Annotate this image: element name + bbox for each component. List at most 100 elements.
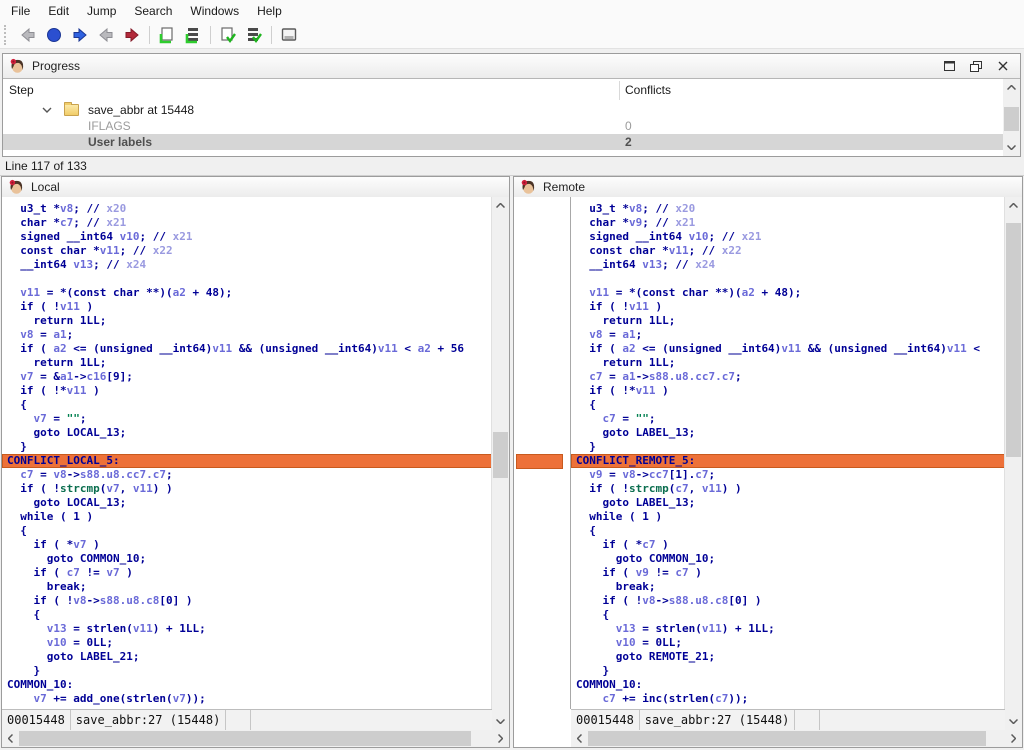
column-separator[interactable] (619, 81, 620, 100)
scroll-down-button[interactable] (1005, 713, 1022, 730)
code-line[interactable]: char *v9; // x21 (576, 216, 1005, 230)
code-line[interactable]: goto LABEL_13; (576, 426, 1005, 440)
progress-titlebar[interactable]: Progress (3, 54, 1020, 79)
code-line[interactable]: c7 += inc(strlen(c7)); (576, 692, 1005, 706)
code-line[interactable]: break; (7, 580, 492, 594)
code-line[interactable]: v11 = *(const char **)(a2 + 48); (7, 286, 492, 300)
code-line[interactable]: __int64 v13; // x24 (576, 258, 1005, 272)
code-line[interactable]: const char *v11; // x22 (7, 244, 492, 258)
code-line[interactable]: if ( !v11 ) (7, 300, 492, 314)
code-line[interactable]: goto LABEL_13; (576, 496, 1005, 510)
next-item-button[interactable] (119, 23, 145, 47)
code-line[interactable]: } (7, 664, 492, 678)
tree-scrollbar[interactable] (1003, 79, 1020, 156)
local-titlebar[interactable]: Local (2, 177, 509, 198)
column-header-step[interactable]: Step (9, 79, 34, 102)
code-line[interactable]: if ( !*v11 ) (576, 384, 1005, 398)
tree-row-save-abbr-at-15448[interactable]: save_abbr at 15448 (3, 102, 1020, 118)
code-line[interactable]: return 1LL; (7, 314, 492, 328)
restore-button[interactable] (969, 59, 983, 73)
code-line[interactable]: u3_t *v8; // x20 (576, 202, 1005, 216)
code-line[interactable]: v10 = 0LL; (7, 636, 492, 650)
code-line[interactable]: if ( *v7 ) (7, 538, 492, 552)
code-line[interactable]: v10 = 0LL; (576, 636, 1005, 650)
local-vertical-scrollbar[interactable] (491, 197, 509, 730)
code-line[interactable]: if ( !v8->s88.u8.c8[0] ) (7, 594, 492, 608)
menu-windows[interactable]: Windows (181, 1, 248, 21)
code-line[interactable]: if ( !strcmp(c7, v11) ) (576, 482, 1005, 496)
code-line[interactable]: v13 = strlen(v11) + 1LL; (576, 622, 1005, 636)
scroll-down-button[interactable] (1003, 139, 1020, 156)
code-line[interactable]: } (576, 440, 1005, 454)
code-line[interactable]: c7 = v8->s88.u8.cc7.c7; (7, 468, 492, 482)
code-line[interactable]: } (7, 440, 492, 454)
current-position-button[interactable] (41, 23, 67, 47)
local-horizontal-scrollbar[interactable] (2, 730, 509, 747)
menu-jump[interactable]: Jump (78, 1, 125, 21)
code-line[interactable]: goto REMOTE_21; (576, 650, 1005, 664)
scroll-up-button[interactable] (1003, 79, 1020, 96)
code-line[interactable]: c7 = ""; (576, 412, 1005, 426)
code-line[interactable]: u3_t *v8; // x20 (7, 202, 492, 216)
conflict-code-line[interactable]: CONFLICT_REMOTE_5: (571, 454, 1005, 468)
scroll-left-button[interactable] (571, 730, 588, 747)
code-line[interactable]: goto LOCAL_13; (7, 426, 492, 440)
code-line[interactable]: v8 = a1; (576, 328, 1005, 342)
code-line[interactable]: if ( !v8->s88.u8.c8[0] ) (576, 594, 1005, 608)
code-line[interactable]: const char *v11; // x22 (576, 244, 1005, 258)
menu-file[interactable]: File (2, 1, 39, 21)
menu-search[interactable]: Search (125, 1, 181, 21)
code-line[interactable]: v13 = strlen(v11) + 1LL; (7, 622, 492, 636)
document-button[interactable] (154, 23, 180, 47)
code-line[interactable]: { (7, 524, 492, 538)
scroll-up-button[interactable] (492, 197, 509, 214)
code-line[interactable]: while ( 1 ) (7, 510, 492, 524)
code-line[interactable]: { (576, 398, 1005, 412)
code-line[interactable]: if ( v9 != c7 ) (576, 566, 1005, 580)
code-line[interactable]: goto LABEL_21; (7, 650, 492, 664)
code-line[interactable]: COMMON_10: (7, 678, 492, 692)
scroll-right-button[interactable] (492, 730, 509, 747)
code-line[interactable]: v11 = *(const char **)(a2 + 48); (576, 286, 1005, 300)
scrollbar-thumb[interactable] (1004, 107, 1019, 131)
code-line[interactable]: goto COMMON_10; (7, 552, 492, 566)
scroll-up-button[interactable] (1005, 197, 1022, 214)
remote-horizontal-scrollbar[interactable] (571, 730, 1022, 747)
menu-help[interactable]: Help (248, 1, 291, 21)
code-line[interactable]: char *c7; // x21 (7, 216, 492, 230)
code-line[interactable]: if ( *c7 ) (576, 538, 1005, 552)
go-back-button[interactable] (15, 23, 41, 47)
code-line[interactable]: } (576, 664, 1005, 678)
code-line[interactable]: v9 = v8->cc7[1].c7; (576, 468, 1005, 482)
code-line[interactable]: return 1LL; (576, 356, 1005, 370)
code-line[interactable]: signed __int64 v10; // x21 (7, 230, 492, 244)
column-header-conflicts[interactable]: Conflicts (625, 79, 671, 102)
code-line[interactable]: goto COMMON_10; (576, 552, 1005, 566)
function-list-button[interactable] (180, 23, 206, 47)
tree-row-iflags[interactable]: IFLAGS0 (3, 118, 1020, 134)
local-code-view[interactable]: u3_t *v8; // x20 char *c7; // x21 signed… (2, 197, 492, 709)
code-line[interactable] (576, 272, 1005, 286)
code-line[interactable]: v7 = ""; (7, 412, 492, 426)
code-line[interactable]: __int64 v13; // x24 (7, 258, 492, 272)
code-line[interactable]: while ( 1 ) (576, 510, 1005, 524)
code-line[interactable]: { (7, 608, 492, 622)
scrollbar-thumb[interactable] (493, 432, 508, 478)
code-line[interactable]: signed __int64 v10; // x21 (576, 230, 1005, 244)
scroll-right-button[interactable] (1005, 730, 1022, 747)
code-line[interactable]: if ( a2 <= (unsigned __int64)v11 && (uns… (576, 342, 1005, 356)
scrollbar-thumb[interactable] (1006, 223, 1021, 457)
remote-code-view[interactable]: u3_t *v8; // x20 char *v9; // x21 signed… (570, 197, 1005, 709)
close-button[interactable] (996, 59, 1010, 73)
conflict-code-line[interactable]: CONFLICT_LOCAL_5: (2, 454, 492, 468)
scrollbar-thumb[interactable] (588, 731, 986, 746)
document-check-button[interactable] (215, 23, 241, 47)
monitor-window-button[interactable] (276, 23, 302, 47)
scroll-left-button[interactable] (2, 730, 19, 747)
previous-item-button[interactable] (93, 23, 119, 47)
scrollbar-thumb[interactable] (19, 731, 471, 746)
code-line[interactable]: v7 += add_one(strlen(v7)); (7, 692, 492, 706)
code-line[interactable]: c7 = a1->s88.u8.cc7.c7; (576, 370, 1005, 384)
remote-titlebar[interactable]: Remote (514, 177, 1022, 198)
code-line[interactable]: if ( !v11 ) (576, 300, 1005, 314)
